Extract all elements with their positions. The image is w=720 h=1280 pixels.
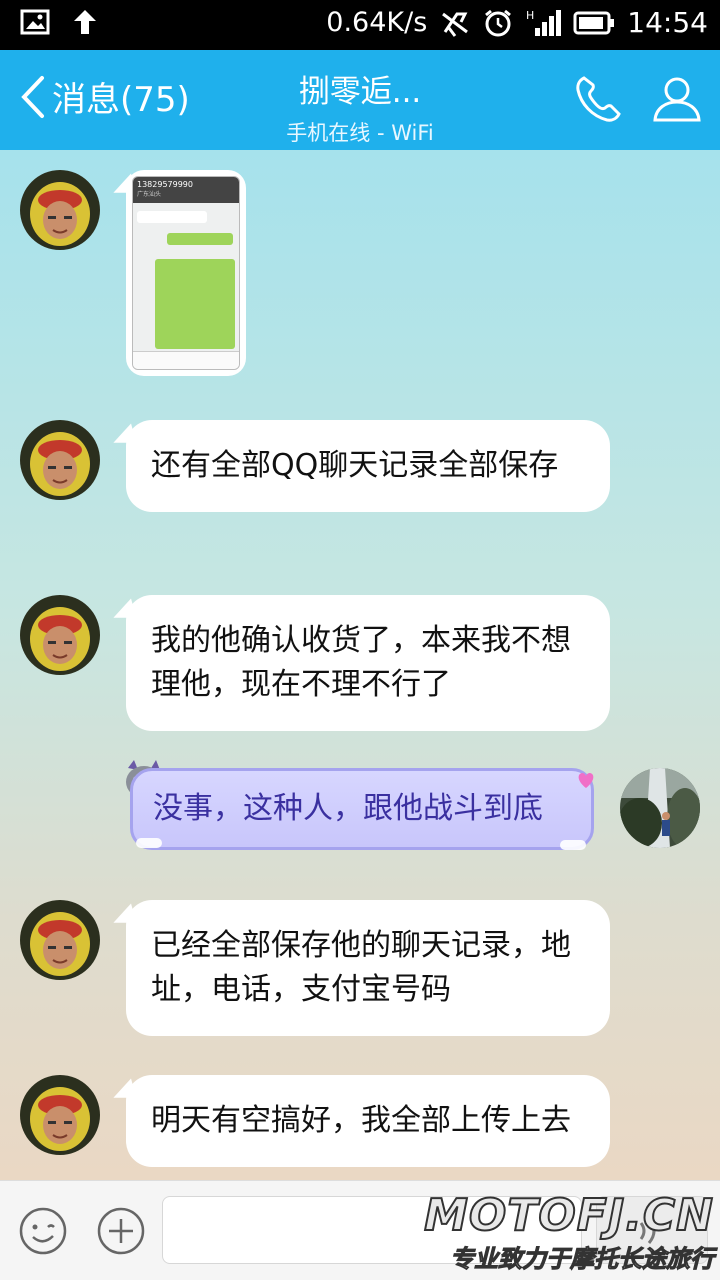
avatar[interactable] bbox=[20, 420, 100, 500]
plus-icon[interactable] bbox=[96, 1206, 146, 1256]
avatar[interactable] bbox=[20, 595, 100, 675]
back-button[interactable]: 消息(75) bbox=[18, 72, 190, 121]
status-bar: 0.64K/s H 14:54 bbox=[0, 0, 720, 50]
avatar[interactable] bbox=[20, 900, 100, 980]
contact-profile-icon[interactable] bbox=[652, 74, 702, 124]
network-speed: 0.64K/s bbox=[326, 7, 428, 38]
watermark-tagline: 专业致力于摩托长途旅行 bbox=[450, 1245, 715, 1274]
gallery-notification-icon bbox=[20, 9, 50, 35]
my-avatar[interactable] bbox=[620, 768, 700, 848]
chevron-left-icon bbox=[21, 75, 44, 118]
back-label: 消息(75) bbox=[52, 80, 190, 120]
signal-icon: H bbox=[526, 9, 562, 36]
heart-decoration-icon bbox=[578, 773, 594, 788]
chat-title: 捌零逅... bbox=[298, 74, 422, 110]
message-bubble[interactable]: 已经全部保存他的聊天记录，地址，电话，支付宝号码 bbox=[126, 900, 610, 1036]
chat-header: 消息(75) 捌零逅... 手机在线 - WiFi bbox=[0, 50, 720, 150]
emoji-icon[interactable] bbox=[18, 1206, 68, 1256]
chat-screenshot-thumbnail: 13829579990 广东汕头 bbox=[132, 176, 240, 370]
battery-icon bbox=[573, 11, 615, 34]
vibrate-off-icon bbox=[442, 12, 469, 37]
upload-arrow-icon bbox=[74, 10, 96, 34]
my-message-bubble[interactable]: 没事，这种人，跟他战斗到底 bbox=[130, 768, 594, 850]
watermark: MOTOFJ.CN 专业致力于摩托长途旅行 bbox=[423, 1190, 715, 1274]
image-message[interactable]: 13829579990 广东汕头 bbox=[126, 170, 246, 376]
thumb-number: 13829579990 bbox=[137, 180, 193, 189]
phone-call-icon[interactable] bbox=[574, 74, 622, 124]
message-bubble[interactable]: 还有全部QQ聊天记录全部保存 bbox=[126, 420, 610, 512]
online-status: 手机在线 - WiFi bbox=[286, 121, 434, 145]
message-bubble[interactable]: 明天有空搞好，我全部上传上去 bbox=[126, 1075, 610, 1167]
avatar[interactable] bbox=[20, 1075, 100, 1155]
avatar[interactable] bbox=[20, 170, 100, 250]
alarm-icon bbox=[485, 9, 512, 36]
input-bar: MOTOFJ.CN 专业致力于摩托长途旅行 bbox=[0, 1180, 720, 1280]
svg-text:H: H bbox=[526, 9, 534, 22]
chat-message-list[interactable]: 13829579990 广东汕头 还有全部QQ聊天记录全部保存 我的他确认收货了… bbox=[0, 150, 720, 1180]
thumb-location: 广东汕头 bbox=[137, 191, 162, 198]
chat-title-area[interactable]: 捌零逅... 手机在线 - WiFi bbox=[200, 66, 520, 147]
message-bubble[interactable]: 我的他确认收货了，本来我不想理他，现在不理不行了 bbox=[126, 595, 610, 731]
clock: 14:54 bbox=[627, 6, 708, 39]
watermark-brand: MOTOFJ.CN bbox=[423, 1190, 714, 1241]
